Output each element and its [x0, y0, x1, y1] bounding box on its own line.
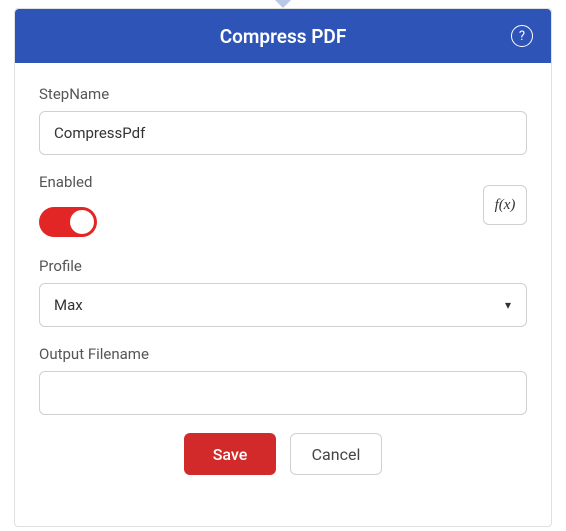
stepname-label: StepName [39, 85, 527, 103]
panel-header: Compress PDF ? [15, 9, 551, 63]
save-button[interactable]: Save [184, 433, 276, 475]
panel-body: StepName Enabled f(x) Profile Max ▾ [15, 63, 551, 493]
flow-arrow-icon [273, 0, 293, 8]
toggle-knob [70, 210, 94, 234]
enabled-label: Enabled [39, 173, 97, 191]
output-filename-label: Output Filename [39, 345, 527, 363]
output-filename-input[interactable] [39, 371, 527, 415]
fx-icon: f(x) [495, 197, 516, 214]
profile-label: Profile [39, 257, 527, 275]
output-filename-field: Output Filename [39, 345, 527, 415]
profile-field: Profile Max ▾ [39, 257, 527, 327]
stepname-field: StepName [39, 85, 527, 155]
enabled-row: Enabled f(x) [39, 173, 527, 237]
enabled-toggle[interactable] [39, 207, 97, 237]
button-row: Save Cancel [39, 433, 527, 475]
profile-select[interactable]: Max [39, 283, 527, 327]
stepname-input[interactable] [39, 111, 527, 155]
compress-pdf-panel: Compress PDF ? StepName Enabled f(x) Pro… [14, 8, 552, 527]
panel-title: Compress PDF [220, 25, 347, 48]
profile-select-wrap: Max ▾ [39, 283, 527, 327]
enabled-left: Enabled [39, 173, 97, 237]
cancel-button[interactable]: Cancel [290, 433, 382, 475]
help-icon[interactable]: ? [511, 25, 533, 47]
fx-button[interactable]: f(x) [483, 185, 527, 225]
